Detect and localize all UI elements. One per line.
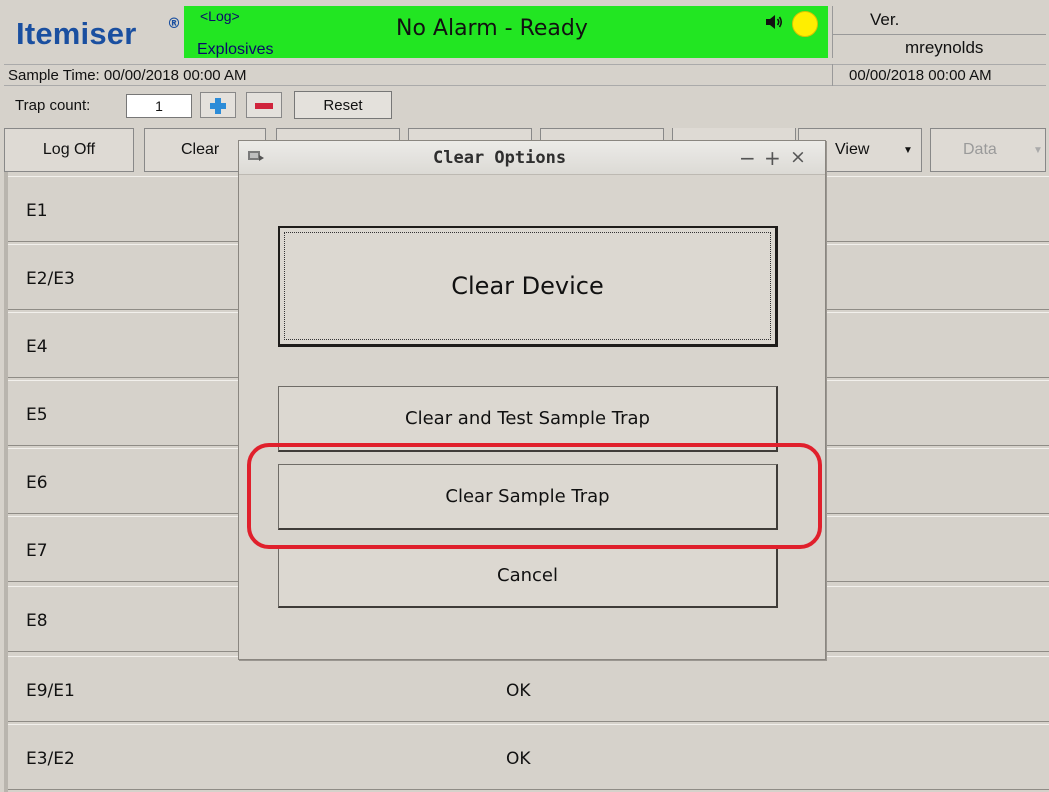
- increment-button[interactable]: [200, 92, 236, 118]
- clear-menu-label: Clear: [181, 141, 220, 158]
- row-label: E8: [26, 611, 48, 631]
- decrement-button[interactable]: [246, 92, 282, 118]
- speaker-icon[interactable]: [764, 12, 784, 32]
- row-label: E1: [26, 201, 48, 221]
- logo-registered-mark: ®: [167, 16, 181, 32]
- version-label: Ver.: [870, 10, 900, 29]
- logo-text: Itemiser: [16, 16, 137, 51]
- user-name: mreynolds: [905, 38, 984, 57]
- clear-device-button[interactable]: Clear Device: [278, 226, 778, 347]
- dialog-title: Clear Options: [433, 148, 567, 168]
- log-off-button[interactable]: Log Off: [4, 128, 134, 172]
- trap-count-label: Trap count:: [15, 97, 91, 114]
- focus-ring: [284, 232, 771, 340]
- row-label: E6: [26, 473, 48, 493]
- row-label: E3/E2: [26, 749, 75, 769]
- row-status: OK: [506, 749, 531, 769]
- divider: [832, 34, 1046, 35]
- current-datetime: 00/00/2018 00:00 AM: [849, 67, 992, 84]
- reset-button[interactable]: Reset: [294, 91, 392, 119]
- log-tag[interactable]: <Log>: [200, 8, 240, 24]
- close-icon[interactable]: ×: [790, 146, 806, 168]
- sample-time: Sample Time: 00/00/2018 00:00 AM: [8, 67, 247, 84]
- trap-count-input[interactable]: 1: [126, 94, 192, 118]
- minus-icon: [255, 103, 273, 109]
- highlight-annotation: [247, 443, 822, 549]
- row-status: OK: [506, 681, 531, 701]
- alarm-status-text: No Alarm - Ready: [396, 16, 588, 41]
- row-label: E9/E1: [26, 681, 75, 701]
- status-light-icon: [792, 11, 818, 37]
- detection-mode: Explosives: [197, 41, 274, 58]
- row-label: E7: [26, 541, 48, 561]
- table-row[interactable]: E9/E1 OK: [8, 656, 1049, 722]
- row-label: E2/E3: [26, 269, 75, 289]
- row-label: E5: [26, 405, 48, 425]
- view-menu-label: View: [835, 141, 870, 158]
- chevron-down-icon: ▼: [903, 145, 913, 156]
- minimize-icon[interactable]: −: [739, 146, 756, 170]
- data-menu-label: Data: [963, 141, 997, 158]
- itemiser-logo: Itemiser ®: [4, 10, 204, 58]
- table-row[interactable]: E3/E2 OK: [8, 724, 1049, 790]
- maximize-icon[interactable]: +: [764, 146, 781, 170]
- app-window-icon: [248, 151, 264, 161]
- data-menu-button: Data ▼: [930, 128, 1046, 172]
- chevron-down-icon: ▼: [1033, 145, 1043, 156]
- cancel-button[interactable]: Cancel: [278, 546, 778, 608]
- row-label: E4: [26, 337, 48, 357]
- plus-icon-vertical: [215, 98, 221, 114]
